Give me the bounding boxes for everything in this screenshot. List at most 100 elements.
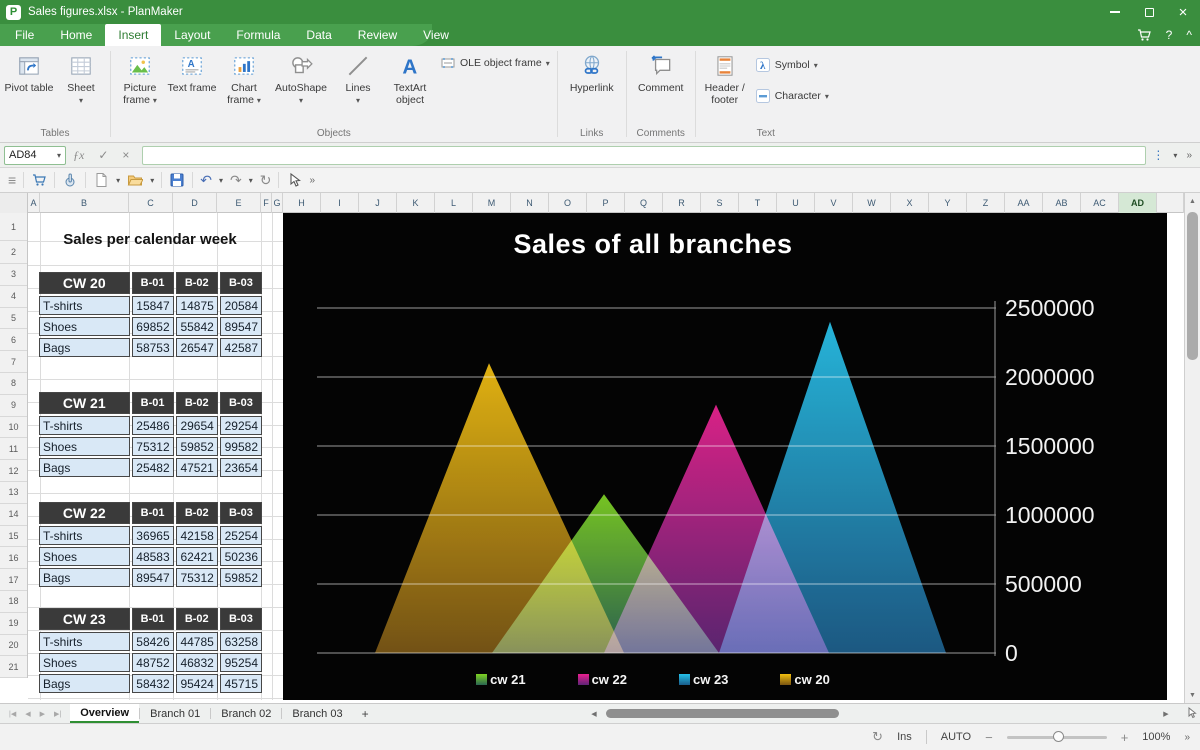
week-header[interactable]: CW 23 bbox=[39, 608, 130, 630]
value-cell[interactable]: 42587 bbox=[220, 338, 262, 357]
picture-frame-button[interactable]: Picture frame ▾ bbox=[114, 46, 166, 107]
row-header-20[interactable]: 20 bbox=[0, 635, 27, 657]
chart-frame-button[interactable]: Chart frame ▾ bbox=[218, 46, 270, 107]
menu-tab-formula[interactable]: Formula bbox=[223, 24, 293, 46]
value-cell[interactable]: 25254 bbox=[220, 526, 262, 545]
column-header-AA[interactable]: AA bbox=[1005, 193, 1043, 213]
row-header-13[interactable]: 13 bbox=[0, 482, 27, 504]
week-header[interactable]: CW 21 bbox=[39, 392, 130, 414]
value-cell[interactable]: 47521 bbox=[176, 458, 218, 477]
branch-header[interactable]: B-02 bbox=[176, 392, 218, 414]
lines-button[interactable]: Lines▾ bbox=[332, 46, 384, 107]
redo-icon[interactable]: ↷ bbox=[230, 173, 242, 187]
column-header-AD[interactable]: AD bbox=[1119, 193, 1157, 213]
column-header-A[interactable]: A bbox=[28, 193, 40, 213]
value-cell[interactable]: 95424 bbox=[176, 674, 218, 693]
zoom-out-icon[interactable]: − bbox=[985, 730, 993, 745]
menu-tab-file[interactable]: File bbox=[2, 24, 47, 46]
zoom-level[interactable]: 100% bbox=[1142, 731, 1170, 743]
column-header-D[interactable]: D bbox=[173, 193, 217, 213]
minimize-button[interactable] bbox=[1098, 0, 1132, 24]
column-header-AC[interactable]: AC bbox=[1081, 193, 1119, 213]
column-header-T[interactable]: T bbox=[739, 193, 777, 213]
column-header-M[interactable]: M bbox=[473, 193, 511, 213]
branch-header[interactable]: B-03 bbox=[220, 272, 262, 294]
column-header-U[interactable]: U bbox=[777, 193, 815, 213]
row-header-14[interactable]: 14 bbox=[0, 504, 27, 526]
branch-header[interactable]: B-01 bbox=[132, 392, 174, 414]
branch-header[interactable]: B-01 bbox=[132, 502, 174, 524]
column-header-O[interactable]: O bbox=[549, 193, 587, 213]
value-cell[interactable]: 95254 bbox=[220, 653, 262, 672]
branch-header[interactable]: B-01 bbox=[132, 272, 174, 294]
sheet-tab-branch-02[interactable]: Branch 02 bbox=[211, 704, 281, 723]
comment-button[interactable]: Comment bbox=[630, 46, 692, 95]
column-header-Q[interactable]: Q bbox=[625, 193, 663, 213]
product-label-cell[interactable]: Shoes bbox=[39, 317, 130, 336]
branch-header[interactable]: B-03 bbox=[220, 502, 262, 524]
value-cell[interactable]: 50236 bbox=[220, 547, 262, 566]
value-cell[interactable]: 58753 bbox=[132, 338, 174, 357]
row-header-6[interactable]: 6 bbox=[0, 329, 27, 351]
row-header-18[interactable]: 18 bbox=[0, 591, 27, 613]
header-footer-button[interactable]: Header / footer bbox=[699, 46, 751, 107]
hyperlink-button[interactable]: Hyperlink bbox=[561, 46, 623, 95]
row-header-8[interactable]: 8 bbox=[0, 373, 27, 395]
value-cell[interactable]: 29254 bbox=[220, 416, 262, 435]
cancel-entry-icon[interactable]: × bbox=[122, 148, 129, 162]
sync-icon[interactable]: ↻ bbox=[872, 729, 883, 745]
value-cell[interactable]: 99582 bbox=[220, 437, 262, 456]
column-header-B[interactable]: B bbox=[40, 193, 129, 213]
vertical-scroll-thumb[interactable] bbox=[1187, 212, 1198, 360]
column-header-Z[interactable]: Z bbox=[967, 193, 1005, 213]
value-cell[interactable]: 20584 bbox=[220, 296, 262, 315]
maximize-button[interactable] bbox=[1132, 0, 1166, 24]
column-header-L[interactable]: L bbox=[435, 193, 473, 213]
product-label-cell[interactable]: Bags bbox=[39, 458, 130, 477]
product-label-cell[interactable]: T-shirts bbox=[39, 296, 130, 315]
menu-tab-layout[interactable]: Layout bbox=[161, 24, 223, 46]
column-header-W[interactable]: W bbox=[853, 193, 891, 213]
sheet-title-cell[interactable]: Sales per calendar week bbox=[36, 226, 264, 253]
new-document-icon[interactable] bbox=[93, 172, 109, 188]
row-header-5[interactable]: 5 bbox=[0, 308, 27, 330]
horizontal-scroll-thumb[interactable] bbox=[606, 709, 839, 718]
product-label-cell[interactable]: Bags bbox=[39, 338, 130, 357]
value-cell[interactable]: 23654 bbox=[220, 458, 262, 477]
row-header-9[interactable]: 9 bbox=[0, 395, 27, 417]
chevron-down-icon[interactable]: ▾ bbox=[116, 176, 120, 185]
row-header-1[interactable]: 1 bbox=[0, 213, 27, 241]
cell-reference-box[interactable]: AD84 ▾ bbox=[4, 146, 66, 165]
value-cell[interactable]: 42158 bbox=[176, 526, 218, 545]
horizontal-scrollbar[interactable]: ◀ ▶ bbox=[588, 706, 1184, 722]
value-cell[interactable]: 48752 bbox=[132, 653, 174, 672]
value-cell[interactable]: 62421 bbox=[176, 547, 218, 566]
text-frame-button[interactable]: A Text frame bbox=[166, 46, 218, 95]
value-cell[interactable]: 59852 bbox=[220, 568, 262, 587]
value-cell[interactable]: 45715 bbox=[220, 674, 262, 693]
column-header-AB[interactable]: AB bbox=[1043, 193, 1081, 213]
value-cell[interactable]: 44785 bbox=[176, 632, 218, 651]
value-cell[interactable]: 59852 bbox=[176, 437, 218, 456]
product-label-cell[interactable]: Shoes bbox=[39, 547, 130, 566]
zoom-in-icon[interactable]: + bbox=[1121, 730, 1129, 745]
prev-sheet-icon[interactable]: ◀ bbox=[25, 710, 30, 718]
menu-tab-view[interactable]: View bbox=[410, 24, 462, 46]
formula-bar-overflow-icon[interactable]: » bbox=[1186, 150, 1192, 161]
row-header-7[interactable]: 7 bbox=[0, 351, 27, 373]
value-cell[interactable]: 89547 bbox=[132, 568, 174, 587]
value-cell[interactable]: 58426 bbox=[132, 632, 174, 651]
value-cell[interactable]: 29654 bbox=[176, 416, 218, 435]
column-header-V[interactable]: V bbox=[815, 193, 853, 213]
open-folder-icon[interactable] bbox=[127, 172, 143, 188]
zoom-slider-thumb[interactable] bbox=[1053, 731, 1064, 742]
value-cell[interactable]: 15847 bbox=[132, 296, 174, 315]
value-cell[interactable]: 26547 bbox=[176, 338, 218, 357]
formula-bar-options-icon[interactable]: ⋮ bbox=[1152, 148, 1164, 162]
column-header-C[interactable]: C bbox=[129, 193, 173, 213]
help-icon[interactable]: ? bbox=[1166, 28, 1173, 42]
column-header-J[interactable]: J bbox=[359, 193, 397, 213]
row-header-15[interactable]: 15 bbox=[0, 526, 27, 548]
shop-cart-icon[interactable] bbox=[1136, 27, 1152, 43]
branch-header[interactable]: B-03 bbox=[220, 392, 262, 414]
